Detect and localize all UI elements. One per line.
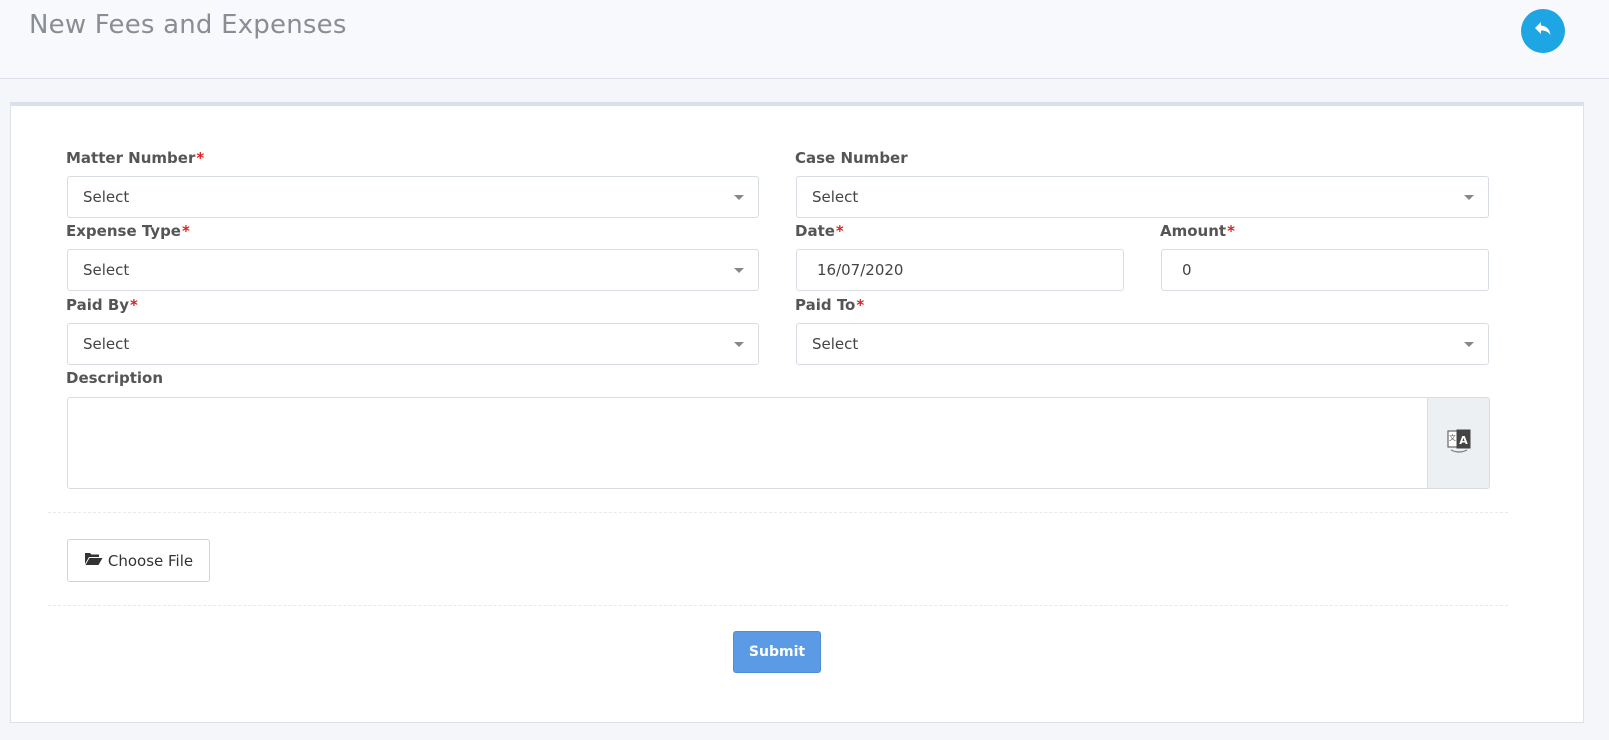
paid-by-label-text: Paid By bbox=[66, 296, 130, 314]
expense-type-label: Expense Type* bbox=[66, 222, 190, 240]
chevron-down-icon bbox=[734, 268, 744, 273]
paid-by-select[interactable]: Select bbox=[67, 323, 759, 365]
chevron-down-icon bbox=[734, 195, 744, 200]
expense-type-select[interactable]: Select bbox=[67, 249, 759, 291]
page-header: New Fees and Expenses bbox=[0, 0, 1609, 79]
required-marker: * bbox=[1227, 222, 1235, 240]
translate-button[interactable]: A 文 bbox=[1427, 397, 1490, 489]
chevron-down-icon bbox=[1464, 342, 1474, 347]
date-label: Date* bbox=[795, 222, 844, 240]
form-card: Matter Number* Select Case Number Select… bbox=[10, 102, 1584, 723]
required-marker: * bbox=[835, 222, 844, 240]
choose-file-label: Choose File bbox=[107, 551, 194, 570]
required-marker: * bbox=[130, 296, 138, 314]
amount-label: Amount* bbox=[1160, 222, 1235, 240]
reply-arrow-icon bbox=[1534, 21, 1552, 42]
paid-by-label: Paid By* bbox=[66, 296, 138, 314]
matter-number-label-text: Matter Number bbox=[66, 149, 196, 167]
required-marker: * bbox=[196, 149, 205, 167]
submit-button[interactable]: Submit bbox=[733, 631, 821, 673]
description-label: Description bbox=[66, 369, 163, 387]
expense-type-value: Select bbox=[83, 261, 130, 279]
svg-text:文: 文 bbox=[1449, 433, 1456, 442]
back-button[interactable] bbox=[1521, 9, 1565, 53]
paid-to-label-text: Paid To bbox=[795, 296, 856, 314]
chevron-down-icon bbox=[734, 342, 744, 347]
case-number-value: Select bbox=[812, 188, 859, 206]
svg-text:A: A bbox=[1459, 434, 1468, 447]
matter-number-label: Matter Number* bbox=[66, 149, 204, 167]
amount-value: 0 bbox=[1182, 261, 1192, 279]
choose-file-button[interactable]: Choose File bbox=[67, 539, 210, 582]
date-input[interactable]: 16/07/2020 bbox=[796, 249, 1124, 291]
date-label-text: Date bbox=[795, 222, 835, 240]
submit-label: Submit bbox=[748, 644, 806, 660]
amount-label-text: Amount bbox=[1160, 222, 1227, 240]
required-marker: * bbox=[856, 296, 865, 314]
paid-to-value: Select bbox=[812, 335, 859, 353]
paid-by-value: Select bbox=[83, 335, 130, 353]
description-textarea[interactable] bbox=[67, 397, 1428, 489]
case-number-select[interactable]: Select bbox=[796, 176, 1489, 218]
case-number-label-text: Case Number bbox=[795, 149, 908, 167]
case-number-label: Case Number bbox=[795, 149, 908, 167]
expense-type-label-text: Expense Type bbox=[66, 222, 181, 240]
matter-number-value: Select bbox=[83, 188, 130, 206]
date-value: 16/07/2020 bbox=[817, 261, 904, 279]
required-marker: * bbox=[181, 222, 190, 240]
description-label-text: Description bbox=[66, 369, 164, 387]
matter-number-select[interactable]: Select bbox=[67, 176, 759, 218]
divider bbox=[48, 605, 1508, 606]
translate-icon: A 文 bbox=[1446, 427, 1472, 460]
folder-open-icon bbox=[84, 551, 103, 570]
chevron-down-icon bbox=[1464, 195, 1474, 200]
paid-to-select[interactable]: Select bbox=[796, 323, 1489, 365]
page-title: New Fees and Expenses bbox=[29, 10, 347, 40]
amount-input[interactable]: 0 bbox=[1161, 249, 1489, 291]
paid-to-label: Paid To* bbox=[795, 296, 864, 314]
divider bbox=[48, 512, 1508, 513]
